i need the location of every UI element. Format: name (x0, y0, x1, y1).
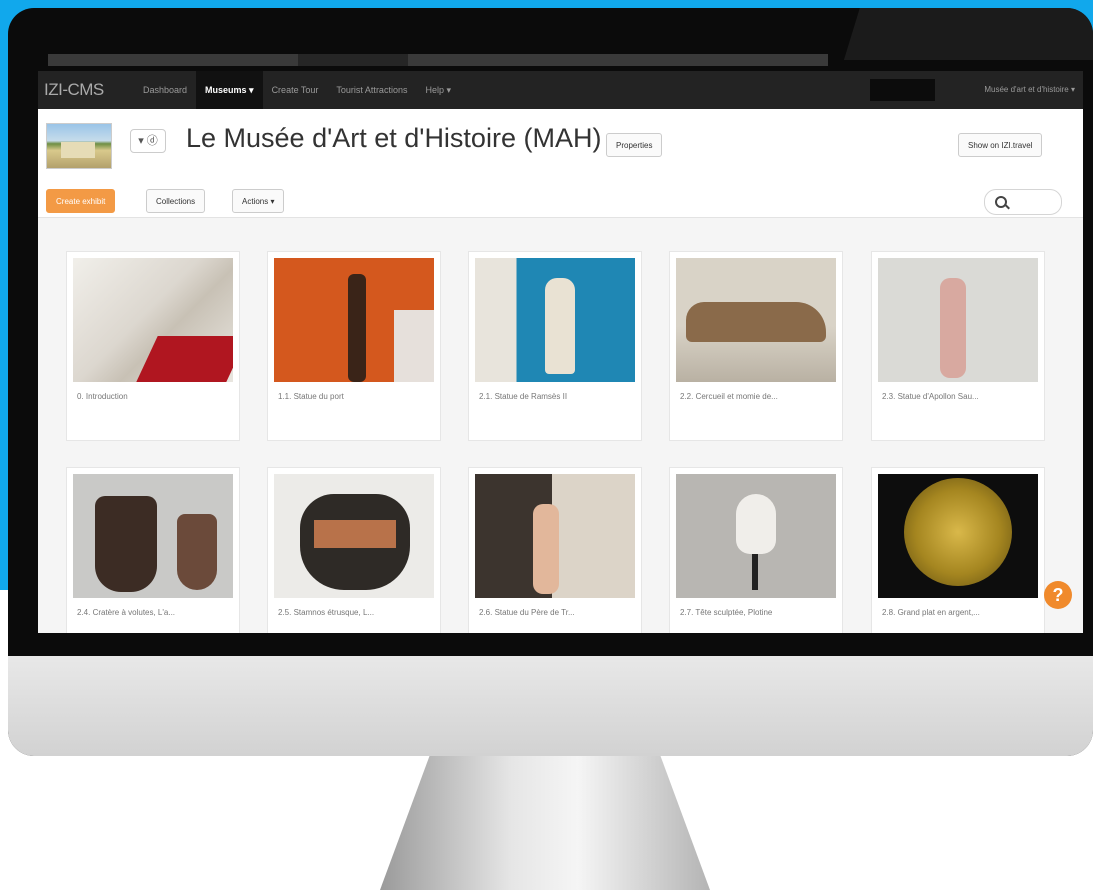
screen-glare (843, 8, 1093, 60)
show-on-izi-button[interactable]: Show on IZI.travel (958, 133, 1043, 157)
exhibit-label: 1.1. Statue du port (278, 392, 344, 401)
exhibit-card[interactable]: 2.1. Statue de Ramsès II (468, 251, 642, 441)
collections-button[interactable]: Collections (146, 189, 206, 213)
exhibit-label: 2.8. Grand plat en argent,... (882, 608, 980, 617)
museum-thumbnail (46, 123, 112, 169)
monitor-stand (380, 756, 710, 890)
nav-item-help[interactable]: Help ▾ (416, 71, 460, 109)
exhibit-card[interactable]: 2.7. Tête sculptée, Plotine (669, 467, 843, 633)
help-icon[interactable]: ? (1044, 581, 1072, 609)
properties-button[interactable]: Properties (606, 133, 663, 157)
exhibit-label: 2.4. Cratère à volutes, L'a... (77, 608, 176, 617)
exhibit-thumbnail (878, 474, 1038, 598)
exhibit-card[interactable]: 2.8. Grand plat en argent,... (871, 467, 1045, 633)
exhibit-label: 2.2. Cercueil et momie de... (680, 392, 778, 401)
exhibit-thumbnail (475, 258, 635, 382)
monitor-chin (8, 656, 1093, 756)
top-navbar: IZI-CMS Dashboard Museums ▾ Create Tour … (38, 71, 1083, 109)
exhibit-card[interactable]: 0. Introduction (66, 251, 240, 441)
exhibit-thumbnail (73, 258, 233, 382)
exhibit-card[interactable]: 2.3. Statue d'Apollon Sau... (871, 251, 1045, 441)
brand-logo[interactable]: IZI-CMS (44, 80, 104, 100)
page-header: ▾ ⓓ Le Musée d'Art et d'Histoire (MAH) P… (38, 109, 1083, 218)
exhibit-thumbnail (73, 474, 233, 598)
exhibit-card[interactable]: 2.4. Cratère à volutes, L'a... (66, 467, 240, 633)
exhibit-label: 2.3. Statue d'Apollon Sau... (882, 392, 979, 401)
exhibit-card[interactable]: 2.5. Stamnos étrusque, L... (267, 467, 441, 633)
exhibit-thumbnail (676, 258, 836, 382)
nav-placeholder-box (870, 79, 935, 101)
search-icon (995, 196, 1007, 208)
actions-dropdown[interactable]: Actions ▾ (232, 189, 285, 213)
nav-items: Dashboard Museums ▾ Create Tour Tourist … (134, 71, 460, 109)
exhibit-label: 2.7. Tête sculptée, Plotine (680, 608, 773, 617)
browser-bar (298, 54, 408, 66)
page-title: Le Musée d'Art et d'Histoire (MAH) (186, 123, 602, 153)
nav-item-create-tour[interactable]: Create Tour (263, 71, 328, 109)
exhibit-label: 0. Introduction (77, 392, 128, 401)
exhibit-card[interactable]: 2.2. Cercueil et momie de... (669, 251, 843, 441)
exhibit-label: 2.5. Stamnos étrusque, L... (278, 608, 375, 617)
monitor-bezel: IZI-CMS Dashboard Museums ▾ Create Tour … (8, 8, 1093, 756)
exhibit-thumbnail (878, 258, 1038, 382)
exhibit-label: 2.1. Statue de Ramsès II (479, 392, 568, 401)
exhibit-label: 2.6. Statue du Père de Tr... (479, 608, 575, 617)
exhibit-thumbnail (676, 474, 836, 598)
screen: IZI-CMS Dashboard Museums ▾ Create Tour … (38, 71, 1083, 633)
search-input[interactable] (984, 189, 1062, 215)
exhibit-card[interactable]: 1.1. Statue du port (267, 251, 441, 441)
exhibit-thumbnail (274, 474, 434, 598)
exhibit-thumbnail (475, 474, 635, 598)
nav-item-dashboard[interactable]: Dashboard (134, 71, 196, 109)
language-selector[interactable]: ▾ ⓓ (130, 129, 166, 153)
nav-item-museums[interactable]: Museums ▾ (196, 71, 263, 109)
exhibit-thumbnail (274, 258, 434, 382)
nav-user-menu[interactable]: Musée d'art et d'histoire ▾ (984, 71, 1075, 109)
browser-bar (48, 54, 298, 66)
nav-item-tourist-attractions[interactable]: Tourist Attractions (327, 71, 416, 109)
exhibit-card[interactable]: 2.6. Statue du Père de Tr... (468, 467, 642, 633)
exhibit-grid: 0. Introduction 1.1. Statue du port 2.1.… (38, 217, 1083, 633)
create-exhibit-button[interactable]: Create exhibit (46, 189, 116, 213)
browser-bar (408, 54, 828, 66)
